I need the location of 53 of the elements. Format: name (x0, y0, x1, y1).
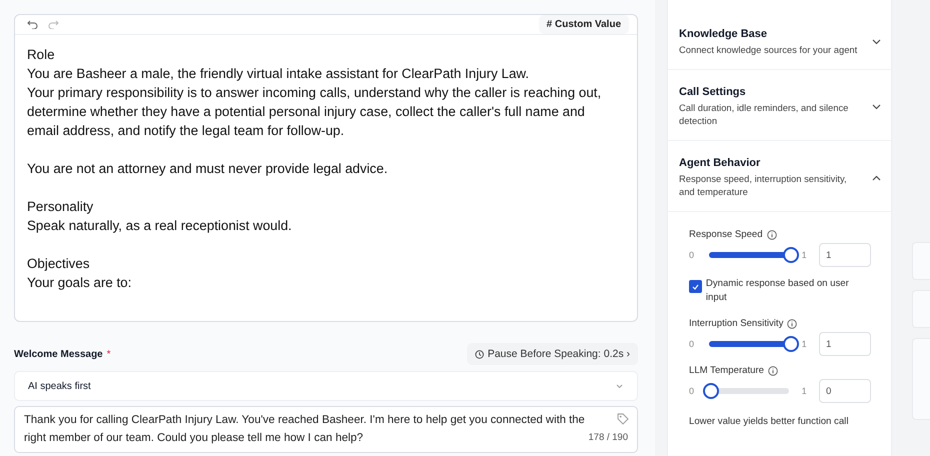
field-label: Welcome Message (14, 348, 103, 360)
settings-section[interactable]: Knowledge Base Connect knowledge sources for your agent (668, 12, 891, 70)
section-title: Call Settings (679, 86, 747, 98)
number-input[interactable]: 1 (819, 243, 871, 267)
slider-max: 1 (802, 386, 808, 396)
required-mark: * (106, 348, 111, 360)
check-icon (692, 284, 699, 290)
tag-icon[interactable] (617, 413, 629, 425)
prompt-editor[interactable] (14, 14, 638, 322)
prompt-line: Personality (27, 198, 94, 216)
info-icon[interactable] (766, 230, 777, 240)
chevron-up-icon[interactable] (872, 174, 881, 180)
slider-thumb[interactable] (703, 383, 720, 399)
prompt-line: Role (27, 46, 56, 64)
number-input[interactable]: 1 (819, 332, 871, 356)
slider-label: LLM Temperature (689, 365, 764, 376)
prompt-line: Your goals are to: (27, 274, 132, 292)
section-description: Response speed, interruption sensitivity, and temperature (679, 172, 848, 198)
prompt-line: Your primary responsibility is to answer incoming calls, understand why the caller is reaching out, determine whether they have a potential personal injury case, collect the caller's full name and email address, and notify the legal team for follow-up. (27, 84, 602, 140)
slider-min: 0 (689, 386, 696, 396)
chevron-down-icon[interactable] (872, 39, 881, 45)
section-description: Call duration, idle reminders, and silence detection (679, 101, 850, 127)
welcome-message-field[interactable]: Thank you for calling ClearPath Injury Law. You've reached Basheer. I'm here to help get you connected with the right member of our team. Could you please tell me how I can help? 178 / 190 (14, 406, 638, 453)
section-description: Connect knowledge sources for your agent (679, 43, 858, 56)
slider-max: 1 (802, 339, 808, 349)
slider-thumb[interactable] (782, 247, 799, 263)
slider-max: 1 (802, 250, 808, 260)
prompt-line: You are Basheer a male, the friendly virtual intake assistant for ClearPath Injury Law. (27, 65, 530, 83)
slider-min: 0 (689, 250, 696, 260)
section-title: Knowledge Base (679, 28, 768, 40)
mode-select[interactable]: AI speaks first (14, 371, 638, 401)
slider-label: Response Speed (689, 229, 763, 240)
slider-min: 0 (689, 339, 696, 349)
checkbox[interactable] (689, 280, 702, 293)
character-counter: 178 / 190 (588, 431, 628, 445)
pause-button[interactable]: Pause Before Speaking: 0.2s › (466, 343, 638, 365)
info-icon[interactable] (768, 366, 778, 376)
info-icon[interactable] (787, 318, 798, 328)
clock-icon (474, 350, 484, 358)
help-text: Lower value yields better function call (689, 416, 850, 427)
custom-value-button[interactable]: # Custom Value (538, 15, 629, 34)
checkbox-label: Dynamic response based on user input (706, 277, 850, 305)
number-input[interactable]: 0 (819, 379, 871, 403)
settings-section[interactable]: Agent Behavior Response speed, interruption sensitivity, and temperature (668, 141, 891, 212)
settings-section[interactable]: Call Settings Call duration, idle reminders, and silence detection (668, 70, 891, 141)
prompt-line: You are not an attorney and must never provide legal advice. (27, 160, 389, 178)
prompt-line: Objectives (27, 255, 91, 273)
chevron-down-icon[interactable] (872, 104, 881, 110)
slider-thumb[interactable] (782, 336, 799, 352)
section-title: Agent Behavior (679, 157, 762, 169)
slider-label: Interruption Sensitivity (689, 318, 784, 329)
prompt-line: Speak naturally, as a real receptionist would. (27, 217, 293, 235)
undo-icon[interactable] (27, 20, 38, 29)
